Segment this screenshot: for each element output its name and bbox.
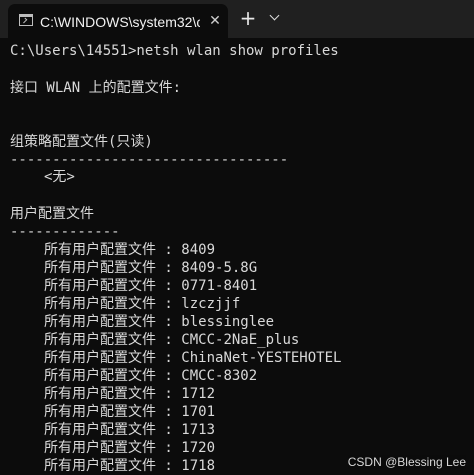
profile-row: 所有用户配置文件 : lzczjjf [44, 294, 240, 314]
command-prompt-line: C:\Users\14551>netsh wlan show profiles [10, 43, 339, 59]
profile-name: 1713 [181, 422, 216, 438]
profile-row: 所有用户配置文件 : 1713 [44, 420, 215, 440]
terminal-icon [19, 14, 33, 26]
profile-row: 所有用户配置文件 : 8409 [44, 240, 215, 260]
chevron-down-icon[interactable] [266, 9, 284, 27]
profile-row: 所有用户配置文件 : CMCC-2NaE_plus [44, 330, 299, 350]
profile-name: lzczjjf [181, 296, 241, 312]
profile-name: 1701 [181, 404, 216, 420]
profile-name: ChinaNet-YESTEHOTEL [181, 350, 342, 366]
profile-name: 8409 [181, 242, 216, 258]
profile-label: 所有用户配置文件 : [44, 422, 182, 438]
profile-name: blessinglee [181, 314, 275, 330]
profile-name: 0771-8401 [181, 278, 258, 294]
profile-row: 所有用户配置文件 : blessinglee [44, 312, 274, 332]
profile-label: 所有用户配置文件 : [44, 242, 182, 258]
user-profiles-heading: 用户配置文件 [10, 206, 94, 222]
profile-label: 所有用户配置文件 : [44, 368, 182, 384]
profile-row: 所有用户配置文件 : 1718 [44, 456, 215, 475]
profile-label: 所有用户配置文件 : [44, 350, 182, 366]
profile-label: 所有用户配置文件 : [44, 314, 182, 330]
new-tab-button[interactable]: + [238, 7, 258, 29]
profile-label: 所有用户配置文件 : [44, 332, 182, 348]
profile-label: 所有用户配置文件 : [44, 386, 182, 402]
profile-name: 8409-5.8G [181, 260, 258, 276]
profile-label: 所有用户配置文件 : [44, 278, 182, 294]
tab-cmd[interactable]: C:\WINDOWS\system32\cmd. ✕ [8, 4, 228, 38]
profile-row: 所有用户配置文件 : 1712 [44, 384, 215, 404]
profile-row: 所有用户配置文件 : 8409-5.8G [44, 258, 257, 278]
profile-row: 所有用户配置文件 : CMCC-8302 [44, 366, 257, 386]
close-icon[interactable]: ✕ [207, 12, 223, 30]
profile-name: 1720 [181, 440, 216, 456]
profile-label: 所有用户配置文件 : [44, 296, 182, 312]
profile-label: 所有用户配置文件 : [44, 260, 182, 276]
terminal-window: C:\WINDOWS\system32\cmd. ✕ + C:\Users\14… [0, 0, 474, 475]
profile-row: 所有用户配置文件 : 1701 [44, 402, 215, 422]
profile-row: 所有用户配置文件 : 1720 [44, 438, 215, 458]
profile-name: 1718 [181, 458, 216, 474]
group-policy-none: <无> [44, 169, 75, 185]
title-bar: C:\WINDOWS\system32\cmd. ✕ + [0, 0, 474, 38]
profile-row: 所有用户配置文件 : 0771-8401 [44, 276, 257, 296]
profile-name: CMCC-8302 [181, 368, 258, 384]
interface-heading: 接口 WLAN 上的配置文件: [10, 80, 182, 96]
profile-label: 所有用户配置文件 : [44, 440, 182, 456]
profile-row: 所有用户配置文件 : ChinaNet-YESTEHOTEL [44, 348, 341, 368]
tab-title: C:\WINDOWS\system32\cmd. [40, 14, 200, 30]
watermark: CSDN @Blessing Lee [347, 455, 466, 469]
profile-name: CMCC-2NaE_plus [181, 332, 300, 348]
profile-label: 所有用户配置文件 : [44, 458, 182, 474]
group-policy-heading: 组策略配置文件(只读) [10, 134, 153, 150]
profile-name: 1712 [181, 386, 216, 402]
user-profiles-rule: ------------- [10, 224, 120, 240]
profile-label: 所有用户配置文件 : [44, 404, 182, 420]
